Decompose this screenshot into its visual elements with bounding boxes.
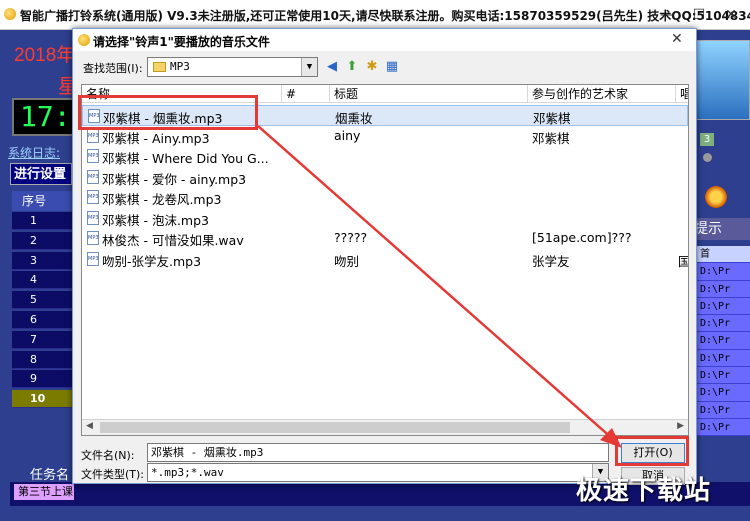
annotation-arrow — [257, 125, 622, 448]
arrow-line — [257, 125, 615, 441]
watermark-text: 极速下载站 — [576, 476, 712, 506]
